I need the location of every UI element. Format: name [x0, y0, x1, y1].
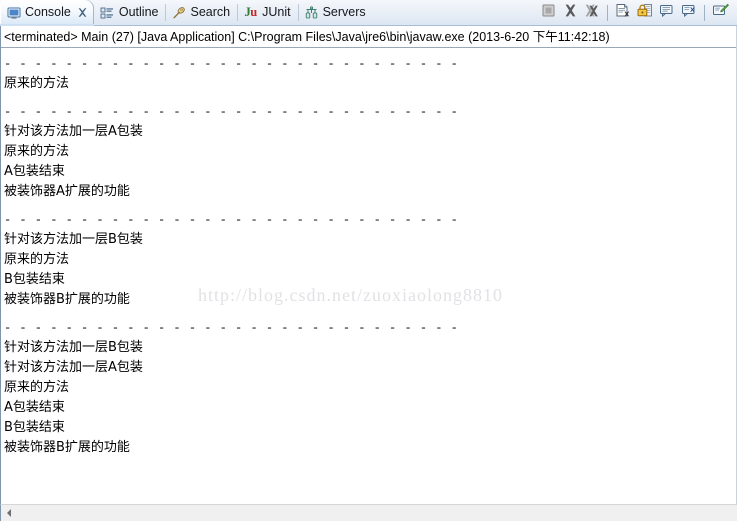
remove-x-icon: [563, 3, 578, 23]
console-output-line: 针对该方法加一层B包装: [4, 340, 143, 355]
outline-icon: [100, 5, 115, 20]
console-output-line: A包装结束: [4, 400, 65, 415]
remove-all-x-icon: [584, 3, 600, 23]
console-output-line: 针对该方法加一层A包装: [4, 124, 143, 139]
pin-console-button[interactable]: [656, 2, 678, 24]
console-output[interactable]: - - - - - - - - - - - - - - - - - - - - …: [1, 48, 736, 458]
tab-list: Console Outline Search Ju JUnit Servers: [0, 0, 373, 26]
tab-label-search: Search: [190, 5, 231, 20]
remove-all-terminated-button[interactable]: [581, 2, 603, 24]
pin-console-icon: [659, 3, 675, 23]
tab-label-servers: Servers: [322, 5, 366, 20]
console-toolbar: [537, 0, 737, 25]
console-output-line: B包装结束: [4, 272, 65, 287]
tab-junit[interactable]: Ju JUnit: [237, 0, 297, 25]
scroll-lock-button[interactable]: [634, 2, 656, 24]
servers-icon: [304, 5, 319, 20]
stop-square-icon: [541, 3, 556, 23]
console-output-line: B包装结束: [4, 420, 65, 435]
console-output-line: 原来的方法: [4, 252, 70, 267]
tab-label-outline: Outline: [118, 5, 159, 20]
console-monitor-icon: [6, 5, 21, 20]
clear-console-icon: [615, 3, 631, 23]
junit-icon: Ju: [244, 5, 257, 20]
close-icon[interactable]: [77, 7, 89, 19]
console-output-line: 针对该方法加一层B包装: [4, 232, 143, 247]
display-console-icon: [681, 3, 697, 23]
eclipse-console-view: Console Outline Search Ju JUnit Servers …: [0, 0, 737, 521]
search-pin-icon: [171, 5, 186, 20]
open-console-button[interactable]: [709, 2, 731, 24]
console-output-line: 被装饰器B扩展的功能: [4, 292, 130, 307]
tab-servers[interactable]: Servers: [297, 0, 373, 25]
terminate-button[interactable]: [537, 2, 559, 24]
clear-console-button[interactable]: [612, 2, 634, 24]
tab-label-junit: JUnit: [262, 5, 291, 20]
tab-console[interactable]: Console: [0, 0, 94, 26]
console-output-line: 被装饰器B扩展的功能: [4, 440, 130, 455]
remove-launch-button[interactable]: [559, 2, 581, 24]
console-output-line: 原来的方法: [4, 76, 70, 91]
console-output-line: 原来的方法: [4, 380, 70, 395]
console-panel[interactable]: <terminated> Main (27) [Java Application…: [0, 26, 737, 504]
console-separator-line: - - - - - - - - - - - - - - - - - - - - …: [4, 213, 459, 227]
tab-outline[interactable]: Outline: [94, 0, 166, 25]
tab-label-console: Console: [25, 5, 71, 20]
console-output-line: 原来的方法: [4, 144, 70, 159]
console-separator-line: - - - - - - - - - - - - - - - - - - - - …: [4, 321, 459, 335]
console-output-line: 针对该方法加一层A包装: [4, 360, 143, 375]
tab-search[interactable]: Search: [165, 0, 237, 25]
toolbar-separator: [607, 4, 608, 21]
console-output-line: A包装结束: [4, 164, 65, 179]
scroll-left-arrow-icon[interactable]: [1, 506, 17, 521]
console-process-header: <terminated> Main (27) [Java Application…: [1, 26, 736, 48]
toolbar-separator: [704, 4, 705, 21]
view-tab-bar: Console Outline Search Ju JUnit Servers: [0, 0, 737, 26]
open-console-pencil-icon: [712, 3, 729, 23]
lock-icon: [637, 3, 653, 23]
horizontal-scrollbar[interactable]: [0, 504, 737, 521]
console-output-line: 被装饰器A扩展的功能: [4, 184, 130, 199]
display-selected-console-button[interactable]: [678, 2, 700, 24]
console-separator-line: - - - - - - - - - - - - - - - - - - - - …: [4, 105, 459, 119]
console-separator-line: - - - - - - - - - - - - - - - - - - - - …: [4, 57, 459, 71]
